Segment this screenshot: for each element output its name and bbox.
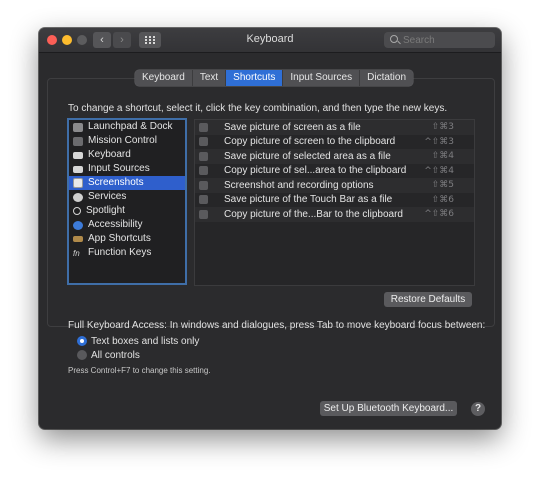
category-label: Launchpad & Dock xyxy=(88,121,173,132)
help-button[interactable]: ? xyxy=(471,402,485,416)
radio-button[interactable] xyxy=(77,350,87,360)
services-gear-icon xyxy=(73,192,83,202)
restore-defaults-button[interactable]: Restore Defaults xyxy=(384,292,472,307)
shortcut-label: Copy picture of the...Bar to the clipboa… xyxy=(224,208,403,220)
function-keys-icon: fn xyxy=(73,248,80,258)
search-input[interactable] xyxy=(403,32,489,48)
tab-text[interactable]: Text xyxy=(193,70,227,86)
shortcut-key[interactable]: ⇧⌘4 xyxy=(432,149,454,164)
shortcut-key[interactable]: ⇧⌘3 xyxy=(432,120,454,135)
category-label: Services xyxy=(88,191,127,202)
category-item-launchpad-dock[interactable]: Launchpad & Dock xyxy=(69,120,185,134)
hint-text: Press Control+F7 to change this setting. xyxy=(68,366,211,375)
shortcut-label: Copy picture of screen to the clipboard xyxy=(224,136,396,148)
radio-label: Text boxes and lists only xyxy=(91,335,200,347)
search-icon xyxy=(390,35,398,43)
shortcut-label: Save picture of the Touch Bar as a file xyxy=(224,194,393,206)
launchpad-icon xyxy=(73,122,83,132)
category-label: Spotlight xyxy=(86,205,125,216)
setup-bluetooth-keyboard-button[interactable]: Set Up Bluetooth Keyboard... xyxy=(320,401,457,416)
search-field[interactable] xyxy=(384,32,495,48)
keyboard-icon xyxy=(73,151,83,159)
shortcut-checkbox[interactable] xyxy=(199,151,208,161)
shortcut-label: Save picture of selected area as a file xyxy=(224,150,391,162)
tab-dictation[interactable]: Dictation xyxy=(360,70,413,86)
shortcut-checkbox[interactable] xyxy=(199,195,208,205)
category-item-input-sources[interactable]: Input Sources xyxy=(69,162,185,176)
shortcut-row[interactable]: Save picture of screen as a file ⇧⌘3 xyxy=(195,120,474,135)
radio-all-controls[interactable]: All controls xyxy=(77,349,140,361)
shortcut-row[interactable]: Copy picture of screen to the clipboard … xyxy=(195,135,474,150)
category-label: Screenshots xyxy=(88,177,144,188)
shortcut-label: Save picture of screen as a file xyxy=(224,121,361,133)
radio-label: All controls xyxy=(91,349,140,361)
tab-shortcuts[interactable]: Shortcuts xyxy=(226,70,284,86)
shortcut-checkbox[interactable] xyxy=(199,209,208,219)
shortcut-row[interactable]: Save picture of the Touch Bar as a file … xyxy=(195,193,474,208)
shortcut-row[interactable]: Screenshot and recording options ⇧⌘5 xyxy=(195,178,474,193)
tab-bar: Keyboard Text Shortcuts Input Sources Di… xyxy=(135,70,414,86)
input-sources-icon xyxy=(73,165,83,173)
category-item-screenshots[interactable]: Screenshots xyxy=(69,176,185,190)
spotlight-icon xyxy=(73,207,81,215)
category-item-services[interactable]: Services xyxy=(69,190,185,204)
shortcut-checkbox[interactable] xyxy=(199,180,208,190)
category-label: App Shortcuts xyxy=(88,233,151,244)
instructions-text: To change a shortcut, select it, click t… xyxy=(68,103,448,114)
shortcut-row[interactable]: Save picture of selected area as a file … xyxy=(195,149,474,164)
shortcut-key[interactable]: ^⇧⌘6 xyxy=(424,207,454,222)
radio-text-boxes-lists[interactable]: Text boxes and lists only xyxy=(77,335,199,347)
category-item-mission-control[interactable]: Mission Control xyxy=(69,134,185,148)
shortcut-label: Screenshot and recording options xyxy=(224,179,374,191)
tab-keyboard[interactable]: Keyboard xyxy=(135,70,193,86)
shortcut-key[interactable]: ^⇧⌘4 xyxy=(424,164,454,179)
shortcut-list: Save picture of screen as a file ⇧⌘3 Cop… xyxy=(194,119,475,286)
category-item-function-keys[interactable]: fn Function Keys xyxy=(69,246,185,260)
shortcut-label: Copy picture of sel...area to the clipbo… xyxy=(224,165,407,177)
accessibility-icon xyxy=(73,220,83,230)
category-list: Launchpad & Dock Mission Control Keyboar… xyxy=(67,118,187,285)
category-item-spotlight[interactable]: Spotlight xyxy=(69,204,185,218)
shortcut-checkbox[interactable] xyxy=(199,137,208,147)
category-item-keyboard[interactable]: Keyboard xyxy=(69,148,185,162)
shortcut-row[interactable]: Copy picture of sel...area to the clipbo… xyxy=(195,164,474,179)
shortcut-checkbox[interactable] xyxy=(199,166,208,176)
shortcut-key[interactable]: ⇧⌘6 xyxy=(432,193,454,208)
radio-button-selected[interactable] xyxy=(77,336,87,346)
full-keyboard-access-text: Full Keyboard Access: In windows and dia… xyxy=(68,320,486,331)
shortcut-key[interactable]: ^⇧⌘3 xyxy=(424,135,454,150)
keyboard-preferences-window: ‹ › Keyboard Keyboard Text Shortcuts Inp… xyxy=(39,28,501,429)
category-item-accessibility[interactable]: Accessibility xyxy=(69,218,185,232)
category-label: Function Keys xyxy=(88,247,152,258)
title-bar: ‹ › Keyboard xyxy=(39,28,501,53)
app-shortcuts-icon xyxy=(73,236,83,242)
tab-input-sources[interactable]: Input Sources xyxy=(283,70,361,86)
category-label: Mission Control xyxy=(88,135,157,146)
shortcut-checkbox[interactable] xyxy=(199,122,208,132)
mission-control-icon xyxy=(73,136,83,146)
category-label: Input Sources xyxy=(88,163,150,174)
category-item-app-shortcuts[interactable]: App Shortcuts xyxy=(69,232,185,246)
category-label: Keyboard xyxy=(88,149,131,160)
screenshots-icon xyxy=(73,178,83,188)
category-label: Accessibility xyxy=(88,219,143,230)
shortcut-key[interactable]: ⇧⌘5 xyxy=(432,178,454,193)
shortcut-row[interactable]: Copy picture of the...Bar to the clipboa… xyxy=(195,207,474,222)
